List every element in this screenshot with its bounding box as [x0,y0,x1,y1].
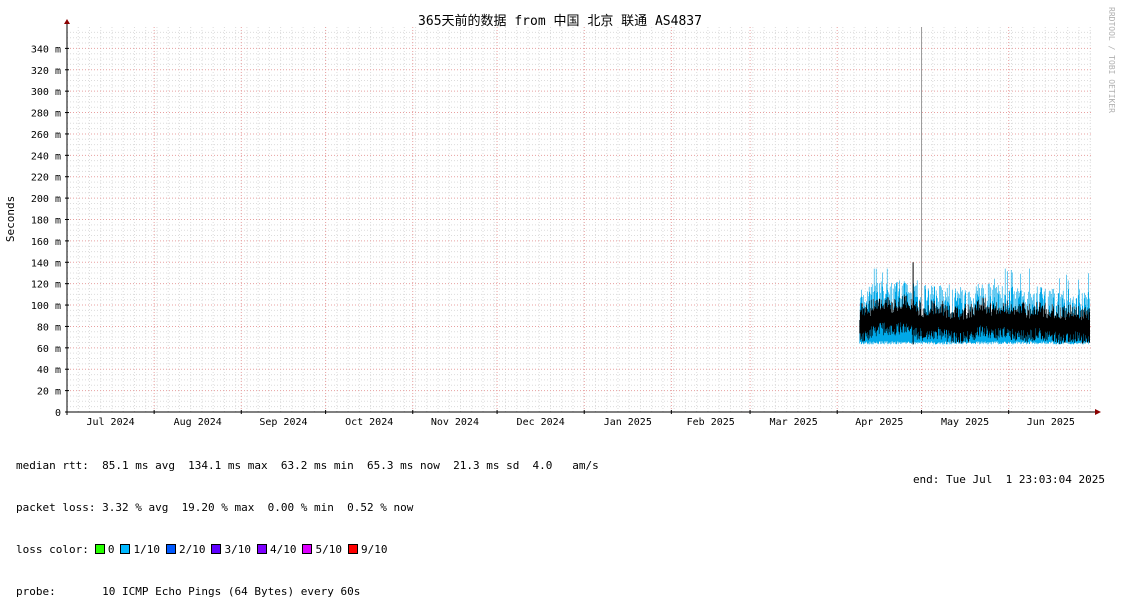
y-tick-label: 200 m [31,194,61,205]
loss-color-swatch-label: 3/10 [224,543,251,556]
loss-color-swatch [302,544,313,554]
x-tick-label: Jan 2025 [604,417,652,428]
x-tick-label: Jul 2024 [86,417,134,428]
loss-color-swatch-label: 5/10 [315,543,342,556]
axes [64,19,1101,415]
y-tick-label: 180 m [31,216,61,227]
y-tick-label: 140 m [31,258,61,269]
loss-color-swatches: 0 1/10 2/10 3/10 4/10 5/10 9/10 [89,543,388,556]
major-grid [67,27,1093,412]
y-tick-labels: 0 20 m 40 m 60 m 80 m 100 m 120 m 140 m 160 m 180… [31,44,61,419]
x-tick-label: Mar 2025 [770,417,818,428]
rrdtool-watermark: RRDTOOL / TOBI OETIKER [1107,7,1116,113]
y-tick-label: 60 m [37,344,61,355]
loss-color-swatch [120,544,131,554]
packet-loss-line: packet loss: 3.32 % avg 19.20 % max 0.00… [16,501,414,514]
median-rtt-line: median rtt: 85.1 ms avg 134.1 ms max 63.… [16,459,599,472]
loss-color-swatch-label: 0 [107,543,115,556]
y-tick-label: 340 m [31,44,61,55]
loss-color-swatch [347,544,358,554]
y-tick-label: 240 m [31,151,61,162]
chart-title: 365天前的数据 from 中国 北京 联通 AS4837 [418,13,702,29]
loss-color-swatch-label: 4/10 [269,543,297,556]
y-tick-label: 20 m [37,387,61,398]
x-tick-label: Nov 2024 [431,417,479,428]
y-tick-label: 0 [55,408,61,419]
x-tick-label: Dec 2024 [517,417,565,428]
loss-color-swatch [94,544,105,554]
x-tick-label: Aug 2024 [174,417,222,428]
data-series-median-rtt [859,27,1090,345]
y-tick-label: 160 m [31,237,61,248]
loss-color-swatch [256,544,267,554]
loss-color-swatch [165,544,176,554]
y-axis-label: Seconds [4,196,17,242]
x-tick-label: May 2025 [941,417,989,428]
y-tick-label: 220 m [31,173,61,184]
x-tick-labels: Jul 2024 Aug 2024 Sep 2024 Oct 2024 Nov 2024… [86,417,1074,428]
loss-color-label: loss color: [16,543,89,556]
loss-color-legend: loss color: 0 1/10 2/10 3/10 4/10 5/10 9/10 [16,543,599,557]
loss-color-swatch-label: 9/10 [360,543,388,556]
x-tick-label: Sep 2024 [259,417,307,428]
y-tick-label: 280 m [31,109,61,120]
y-tick-label: 300 m [31,87,61,98]
y-tick-label: 320 m [31,66,61,77]
y-axis-arrow [64,19,70,24]
stats-legend: median rtt: 85.1 ms avg 134.1 ms max 63.… [16,431,599,613]
x-tick-label: Feb 2025 [687,417,735,428]
loss-color-swatch-label: 2/10 [178,543,206,556]
probe-line: probe: 10 ICMP Echo Pings (64 Bytes) eve… [16,585,361,598]
x-axis-arrow [1095,409,1101,415]
y-tick-label: 260 m [31,130,61,141]
loss-color-swatch [211,544,222,554]
y-tick-label: 100 m [31,301,61,312]
y-tick-label: 40 m [37,365,61,376]
y-tick-label: 120 m [31,280,61,291]
x-tick-label: Oct 2024 [345,417,393,428]
x-tick-label: Apr 2025 [855,417,903,428]
end-timestamp: end: Tue Jul 1 23:03:04 2025 [912,473,1105,486]
latency-chart: 365天前的数据 from 中国 北京 联通 AS4837 Seconds RR… [4,7,1116,428]
y-tick-label: 80 m [37,322,61,333]
loss-color-swatch-label: 1/10 [133,543,160,556]
x-tick-label: Jun 2025 [1027,417,1075,428]
